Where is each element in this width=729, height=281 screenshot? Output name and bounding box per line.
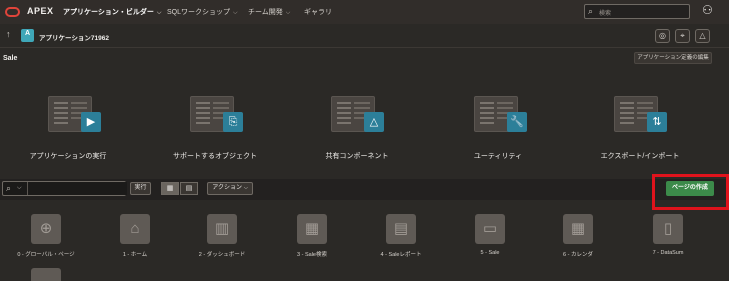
nav-item-team-development[interactable]: チーム開発 ⌵ <box>248 7 290 17</box>
search-icon: ⌕ <box>6 183 12 193</box>
application-name[interactable]: アプリケーション71962 <box>39 32 109 42</box>
app-icon <box>21 29 34 42</box>
tile-label: サポートするオブジェクト <box>173 153 257 160</box>
search-icon: ⌕ <box>588 6 594 16</box>
shapes-icon[interactable]: △ <box>695 29 710 43</box>
report-icon: ▤ <box>386 214 416 244</box>
tile-label: 共有コンポーネント <box>325 153 389 160</box>
tile-label: エクスポート/インポート <box>600 153 680 160</box>
export-import-icon: ⇅ <box>647 112 667 132</box>
page-label: 4 - Saleレポート <box>380 252 422 258</box>
wrench-icon: 🔧 <box>507 112 527 132</box>
nav-item-gallery[interactable]: ギャラリ <box>304 7 332 17</box>
export-import-tile[interactable]: ⇅ エクスポート/インポート <box>580 96 700 166</box>
page-label: 5 - Sale <box>480 250 500 256</box>
chevron-down-icon: ⌵ <box>156 10 162 16</box>
page-search-field[interactable]: ⌕ ⌵ <box>2 181 127 196</box>
nav-item-app-builder[interactable]: アプリケーション・ビルダー ⌵ <box>63 7 161 17</box>
utilities-tile[interactable]: 🔧 ユーティリティ <box>438 96 558 166</box>
supporting-objects-tile[interactable]: ⎘ サポートするオブジェクト <box>155 96 275 166</box>
apex-brand[interactable]: APEX <box>27 6 54 16</box>
bar-chart-icon: ▥ <box>207 214 237 244</box>
tile-label: ユーティリティ <box>473 153 523 160</box>
up-arrow-icon[interactable]: ↑ <box>6 29 11 39</box>
chevron-down-icon: ⌵ <box>243 185 248 191</box>
install-icon: ⎘ <box>223 112 243 132</box>
data-icon: ▯ <box>653 214 683 244</box>
globe-icon: ⊕ <box>31 214 61 244</box>
nav-item-label: チーム開発 <box>248 9 283 16</box>
chevron-down-icon: ⌵ <box>233 10 238 16</box>
chevron-down-icon[interactable]: ⌵ <box>17 185 22 192</box>
page-label: 3 - Sale検索 <box>297 252 327 258</box>
page-label: 2 - ダッシュボード <box>198 252 246 258</box>
icon-view-toggle[interactable]: ▦ <box>161 182 179 195</box>
page-list-toolbar: ⌕ ⌵ 実行 ▦ ▤ アクション ⌵ <box>0 179 729 200</box>
report-view-toggle[interactable]: ▤ <box>180 182 198 195</box>
page-label: 0 - グローバル・ページ <box>17 252 75 258</box>
play-icon: ▶ <box>81 112 101 132</box>
home-icon: ⌂ <box>120 214 150 244</box>
grid-icon: ▦ <box>297 214 327 244</box>
run-application-tile[interactable]: ▶ アプリケーションの実行 <box>8 96 128 166</box>
tile-label: アプリケーションの実行 <box>29 153 107 160</box>
shared-components-tile[interactable]: △ 共有コンポーネント <box>297 96 417 166</box>
nav-item-sql-workshop[interactable]: SQLワークショップ ⌵ <box>167 7 238 17</box>
chevron-down-icon: ⌵ <box>285 10 291 16</box>
page-label: 7 - DataSum <box>652 250 684 256</box>
highlight-annotation-box <box>652 174 729 210</box>
nav-item-label: SQLワークショップ <box>167 9 231 16</box>
user-menu-icon[interactable]: ⚇ <box>702 3 713 17</box>
form-icon: ▭ <box>475 214 505 244</box>
page-search-input[interactable] <box>27 182 127 195</box>
page-title: Sale <box>3 55 18 62</box>
actions-menu-button[interactable]: アクション ⌵ <box>207 182 253 195</box>
global-search-input[interactable]: ⌕ 検索 <box>584 4 690 19</box>
actions-menu-label: アクション <box>212 185 242 191</box>
edit-application-definition-button[interactable]: アプリケーション定義の編集 <box>634 52 712 64</box>
shapes-icon: △ <box>364 112 384 132</box>
calendar-icon: ▦ <box>563 214 593 244</box>
tag-icon[interactable]: ⌖ <box>675 29 690 43</box>
page-label: 6 - カレンダ <box>563 252 593 258</box>
nav-item-label: アプリケーション・ビルダー <box>63 9 154 16</box>
search-placeholder: 検索 <box>599 11 612 17</box>
apex-app-builder: APEX アプリケーション・ビルダー ⌵ SQLワークショップ ⌵ チーム開発 ⌵ ギ… <box>0 0 729 281</box>
page-label: 1 - ホーム <box>122 252 148 258</box>
oracle-logo-icon[interactable] <box>5 7 20 17</box>
top-navigation-bar: APEX アプリケーション・ビルダー ⌵ SQLワークショップ ⌵ チーム開発 ⌵ ギ… <box>0 0 729 24</box>
comment-icon[interactable]: ◎ <box>655 29 670 43</box>
application-header: ↑ アプリケーション71962 ◎ ⌖ △ <box>0 24 729 48</box>
page-icon-partial[interactable] <box>31 268 61 281</box>
run-search-button[interactable]: 実行 <box>130 182 151 195</box>
nav-item-label: ギャラリ <box>304 9 332 16</box>
